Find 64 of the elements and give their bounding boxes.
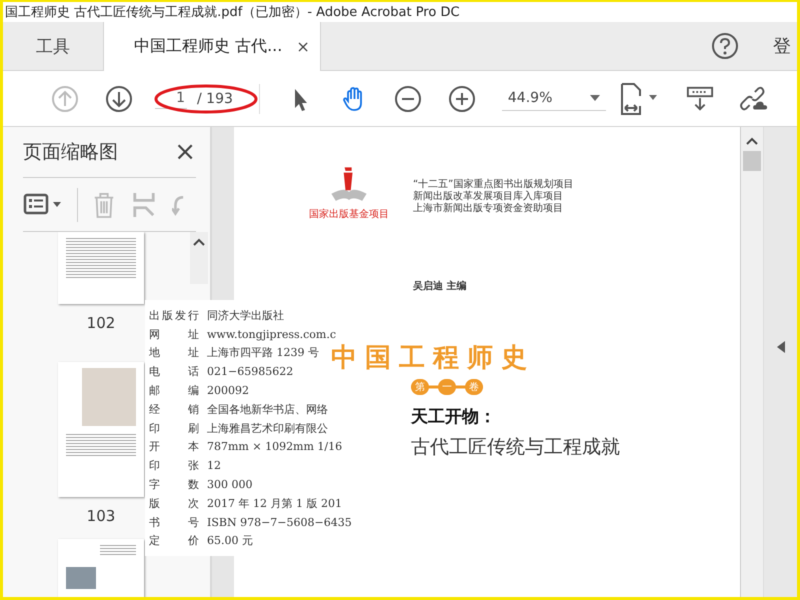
scroll-up-icon[interactable] <box>193 238 205 246</box>
colophon-value: 787mm × 1092mm 1/16 <box>207 440 344 454</box>
tab[interactable]: 中国工程师史 古代... × <box>104 22 321 71</box>
panel-title: 页面缩略图 <box>23 140 118 165</box>
sign-in-link[interactable]: 登 <box>773 34 797 58</box>
scroll-thumb[interactable] <box>743 151 761 171</box>
page-thumbnail[interactable] <box>58 362 144 497</box>
colophon-label: 开本 <box>149 439 199 454</box>
scroll-up-icon[interactable] <box>746 137 758 145</box>
colophon-value: 12 <box>207 459 222 472</box>
book-title: 中国工程师史 <box>331 343 535 373</box>
zoom-out-icon[interactable] <box>394 84 422 112</box>
colophon-label: 定价 <box>149 533 199 548</box>
colophon-value: 全国各地新华书店、网络 <box>207 402 329 417</box>
colophon-value: 上海市四平路 1239 号 <box>207 345 320 360</box>
editor-credit: 吴启迪 主编 <box>413 279 466 293</box>
colophon-value: 上海雅昌艺术印刷有限公 <box>207 420 329 436</box>
colophon-value: 021−65985622 <box>207 365 294 378</box>
window-title: 国工程师史 古代工匠传统与工程成就.pdf（已加密）- Adobe Acrobat Pro DC <box>4 4 460 21</box>
link-cloud-icon[interactable] <box>740 84 768 112</box>
thumbnail-options-icon[interactable] <box>23 192 63 218</box>
colophon-label: 网址 <box>149 326 199 342</box>
page-number-field[interactable]: 1 <box>155 88 187 109</box>
caret-icon[interactable] <box>590 95 600 101</box>
close-icon[interactable]: × <box>174 137 196 167</box>
subtitle: 古代工匠传统与工程成就 <box>411 435 620 460</box>
expand-panel-icon[interactable] <box>776 341 784 353</box>
colophon-label: 书号 <box>149 514 199 530</box>
page-thumbnail[interactable] <box>58 232 144 304</box>
help-icon[interactable] <box>711 32 739 60</box>
colophon-value: 200092 <box>207 384 250 398</box>
colophon-value: www.tongjipress.com.c <box>207 328 338 341</box>
project-line: 新闻出版改革发展项目库入库项目 <box>413 191 564 202</box>
colophon-value: 300 000 <box>207 478 254 492</box>
scrollbar[interactable] <box>740 127 763 597</box>
scroll-mode-icon[interactable] <box>686 84 714 112</box>
project-line: “十二五”国家重点图书出版规划项目 <box>413 179 574 190</box>
colophon-value: 同济大学出版社 <box>207 308 285 323</box>
colophon-label: 出版发行 <box>149 308 199 323</box>
page-number: 103 <box>86 507 116 525</box>
colophon-label: 印刷 <box>149 420 199 436</box>
zoom-in-icon[interactable] <box>448 84 476 112</box>
map-drawing <box>82 368 136 426</box>
colophon-value: ISBN 978−7−5608−6435 <box>207 516 353 529</box>
colophon-label: 字数 <box>149 477 199 492</box>
colophon-label: 邮编 <box>149 383 199 398</box>
colophon-label: 地址 <box>149 345 199 360</box>
project-line: 上海市新闻出版专项资金资助项目 <box>413 203 564 215</box>
colophon-label: 印张 <box>149 458 199 474</box>
logo-caption: 国家出版基金项目 <box>309 208 389 221</box>
zoom-field[interactable]: 44.9% <box>502 86 606 111</box>
colophon-value: 65.00 元 <box>207 533 254 548</box>
scrollbar[interactable] <box>190 232 208 284</box>
volume-badge: 第 一 卷 <box>411 379 483 395</box>
close-icon[interactable]: × <box>296 37 310 56</box>
colophon-label: 版次 <box>149 496 199 511</box>
colophon-label: 电话 <box>149 364 199 380</box>
page-number: 102 <box>86 314 116 332</box>
page-thumbnail[interactable] <box>58 539 144 597</box>
subtitle-heading: 天工开物： <box>411 406 496 428</box>
colophon-label: 经销 <box>149 402 199 417</box>
photo-placeholder <box>66 567 96 589</box>
colophon-value: 2017 年 12 月第 1 版 201 <box>207 496 343 511</box>
page-count: / 193 <box>196 90 234 106</box>
